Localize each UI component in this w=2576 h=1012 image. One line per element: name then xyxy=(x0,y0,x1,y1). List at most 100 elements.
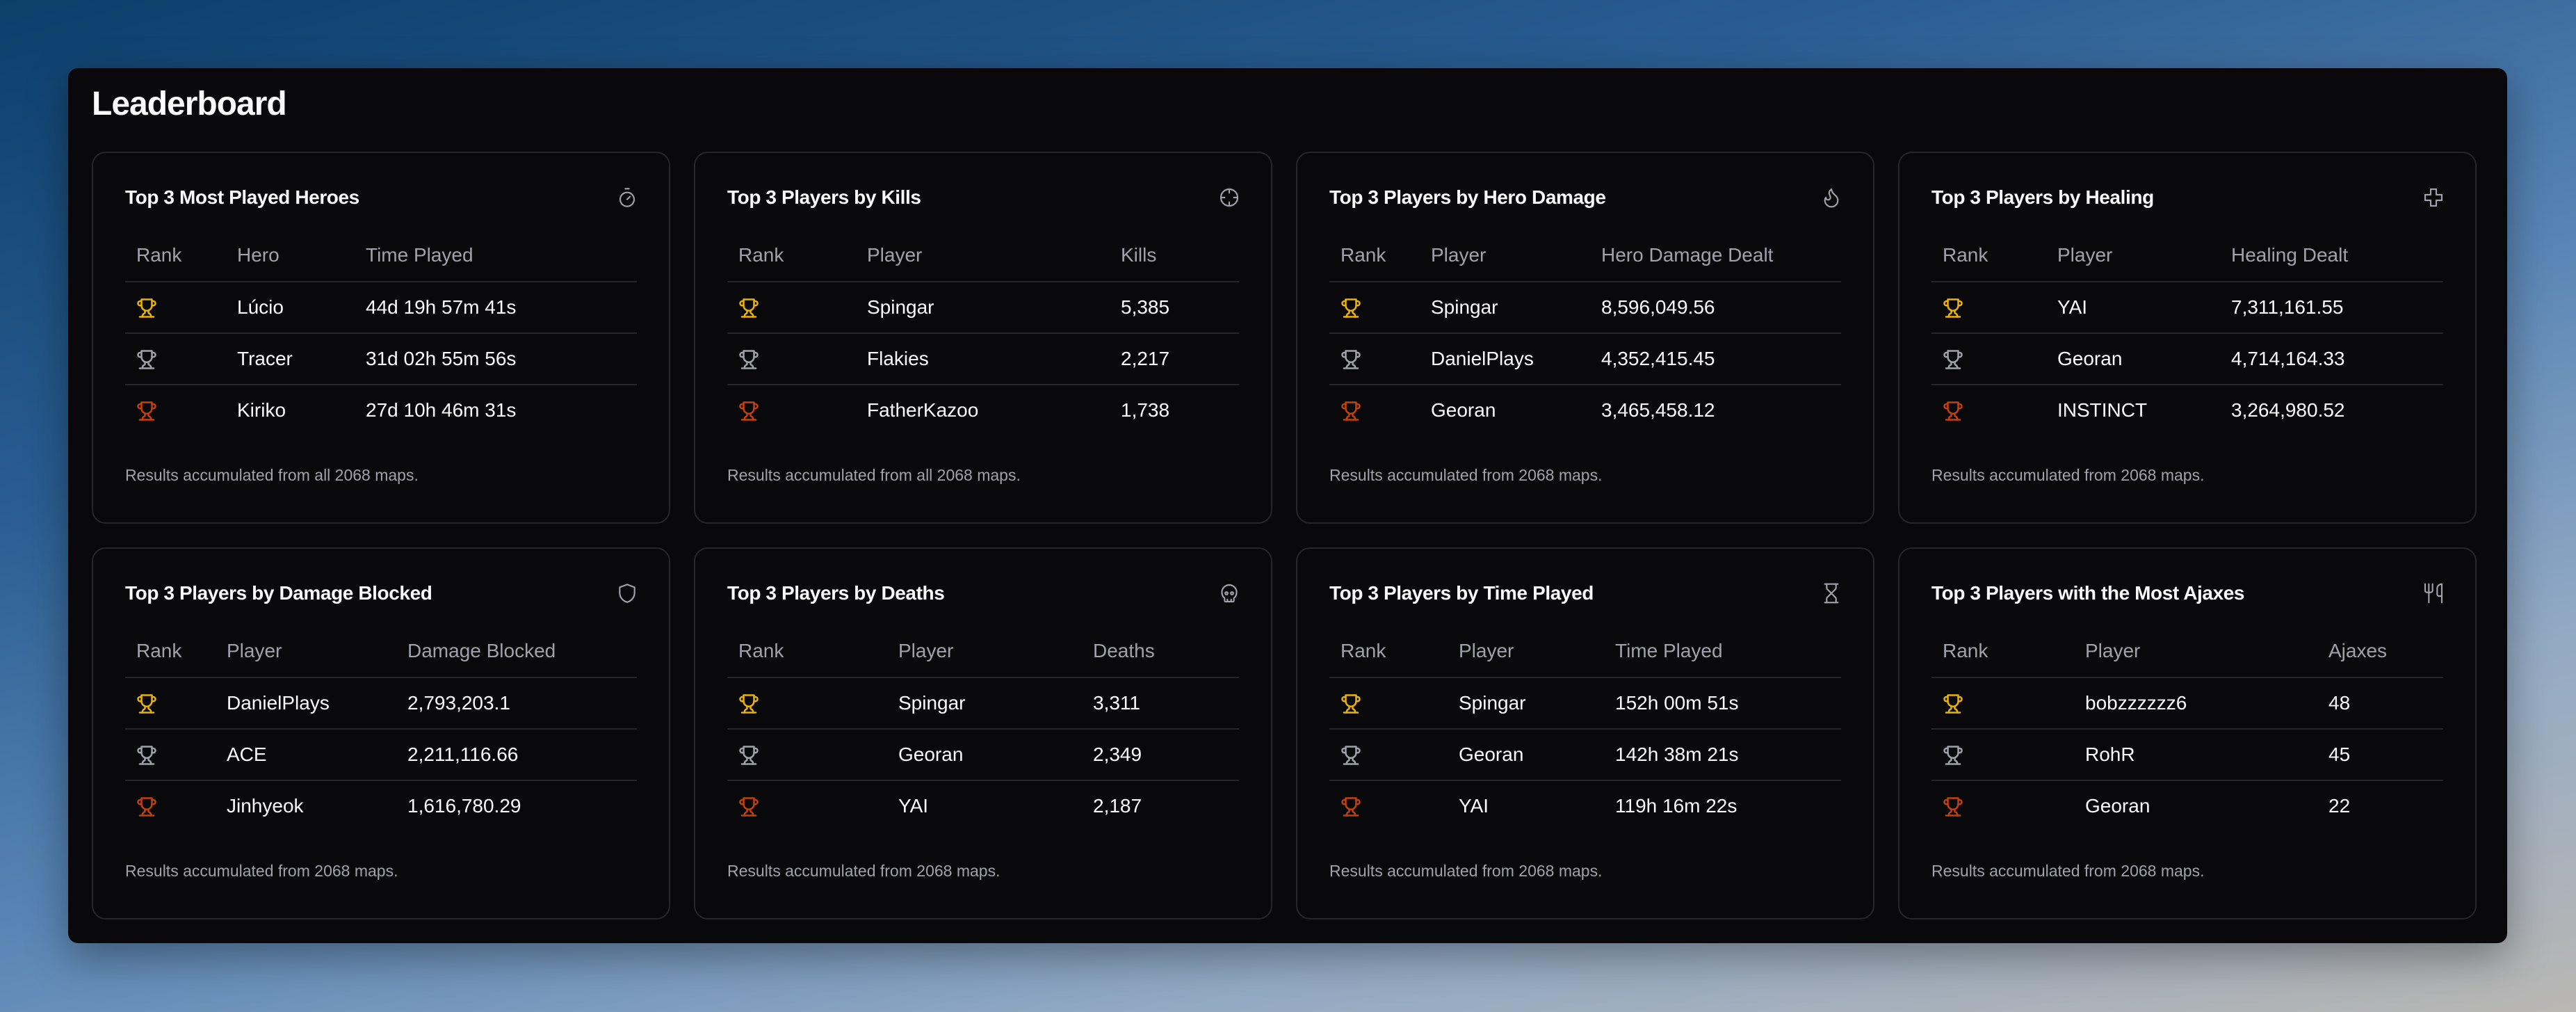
leaderboard-table: Rank Player Healing Dealt YAI 7,311,161.5… xyxy=(1931,230,2443,435)
rank-cell xyxy=(727,780,887,831)
table-row: Georan 22 xyxy=(1931,780,2443,831)
table-row: Spingar 5,385 xyxy=(727,282,1239,334)
stat-value: 142h 38m 21s xyxy=(1604,729,1841,781)
rank-cell xyxy=(1329,282,1420,334)
table-header-row: Rank Hero Time Played xyxy=(125,230,637,282)
rank-cell xyxy=(125,333,226,385)
player-name: Georan xyxy=(1431,399,1496,421)
player-name: YAI xyxy=(2046,282,2220,334)
table-header-row: Rank Player Deaths xyxy=(727,625,1239,678)
card-footer-note: Results accumulated from 2068 maps. xyxy=(1329,466,1603,484)
card-title: Top 3 Players by Healing xyxy=(1931,186,2154,208)
column-header-rank: Rank xyxy=(727,625,887,678)
stat-value: 2,217 xyxy=(1110,333,1239,385)
table-row: FatherKazoo 1,738 xyxy=(727,385,1239,435)
table-row: Spingar 152h 00m 51s xyxy=(1329,677,1841,730)
rank-cell xyxy=(727,385,856,435)
table-row: DanielPlays 2,793,203.1 xyxy=(125,677,637,730)
card-title: Top 3 Players by Damage Blocked xyxy=(125,582,432,604)
table-row: Georan 2,349 xyxy=(727,729,1239,781)
rank-cell xyxy=(125,282,226,334)
shield-icon xyxy=(616,582,638,604)
player-name: Spingar xyxy=(887,677,1082,730)
stat-value: 5,385 xyxy=(1110,282,1239,334)
column-header-rank: Rank xyxy=(727,230,856,282)
table-header-row: Rank Player Time Played xyxy=(1329,625,1841,678)
skull-icon xyxy=(1218,582,1240,604)
player-name: Spingar xyxy=(1420,282,1590,334)
stat-value: 45 xyxy=(2317,729,2443,781)
leaderboard-table: Rank Player Time Played Spingar 152h 00m … xyxy=(1329,625,1841,831)
leaderboard-card-6: Top 3 Players by Deaths Rank Player Deat… xyxy=(694,547,1272,919)
stat-value: 3,264,980.52 xyxy=(2231,399,2345,421)
trophy-bronze-icon xyxy=(1943,796,1963,817)
rank-cell xyxy=(727,729,887,781)
table-row: Spingar 8,596,049.56 xyxy=(1329,282,1841,334)
leaderboard-grid: Top 3 Most Played Heroes Rank Hero Time … xyxy=(92,152,2477,919)
player-name: Kiriko xyxy=(237,399,286,421)
rank-cell xyxy=(1931,677,2074,730)
trophy-silver-icon xyxy=(136,349,157,370)
leaderboard-table: Rank Player Deaths Spingar 3,311 Georan 2,3… xyxy=(727,625,1239,831)
rank-cell xyxy=(1931,729,2074,781)
card-title: Top 3 Most Played Heroes xyxy=(125,186,359,208)
plus-icon xyxy=(2422,186,2445,209)
column-header-player: Hero xyxy=(226,230,355,282)
stat-value: 44d 19h 57m 41s xyxy=(355,282,637,334)
stat-value: 152h 00m 51s xyxy=(1604,677,1841,730)
column-header-rank: Rank xyxy=(125,230,226,282)
rank-cell xyxy=(1329,729,1448,781)
trophy-gold-icon xyxy=(1943,693,1963,714)
rank-cell xyxy=(125,780,216,831)
card-footer-note: Results accumulated from 2068 maps. xyxy=(1931,466,2205,484)
trophy-silver-icon xyxy=(1340,745,1361,766)
trophy-gold-icon xyxy=(738,298,759,319)
rank-cell xyxy=(727,677,887,730)
column-header-value: Time Played xyxy=(355,230,637,282)
stat-value: 7,311,161.55 xyxy=(2220,282,2443,334)
player-name: Spingar xyxy=(856,282,1110,334)
table-row: YAI 119h 16m 22s xyxy=(1329,780,1841,831)
column-header-player: Player xyxy=(216,625,396,678)
leaderboard-table: Rank Player Kills Spingar 5,385 Flakies 2,2… xyxy=(727,230,1239,435)
trophy-bronze-icon xyxy=(136,401,157,421)
column-header-value: Hero Damage Dealt xyxy=(1590,230,1841,282)
table-header-row: Rank Player Healing Dealt xyxy=(1931,230,2443,282)
card-footer-note: Results accumulated from all 2068 maps. xyxy=(727,466,1021,484)
player-name: RohR xyxy=(2074,729,2317,781)
trophy-bronze-icon xyxy=(1943,401,1963,421)
column-header-rank: Rank xyxy=(1931,625,2074,678)
player-name: Tracer xyxy=(226,333,355,385)
table-row: Tracer 31d 02h 55m 56s xyxy=(125,333,637,385)
column-header-player: Player xyxy=(2046,230,2220,282)
leaderboard-card-8: Top 3 Players with the Most Ajaxes Rank … xyxy=(1898,547,2477,919)
player-name: FatherKazoo xyxy=(867,399,979,421)
card-footer-note: Results accumulated from all 2068 maps. xyxy=(125,466,419,484)
rank-cell xyxy=(727,333,856,385)
rank-cell xyxy=(1329,385,1420,435)
trophy-gold-icon xyxy=(1943,298,1963,319)
stat-value: 3,311 xyxy=(1082,677,1239,730)
player-name: Spingar xyxy=(1448,677,1604,730)
rank-cell xyxy=(1931,333,2046,385)
trophy-bronze-icon xyxy=(136,796,157,817)
player-name: DanielPlays xyxy=(216,677,396,730)
stat-value: 22 xyxy=(2328,795,2351,817)
table-header-row: Rank Player Ajaxes xyxy=(1931,625,2443,678)
rank-cell xyxy=(1329,333,1420,385)
rank-cell xyxy=(1329,780,1448,831)
leaderboard-card-5: Top 3 Players by Damage Blocked Rank Pla… xyxy=(92,547,670,919)
table-row: Flakies 2,217 xyxy=(727,333,1239,385)
leaderboard-card-3: Top 3 Players by Hero Damage Rank Player… xyxy=(1296,152,1874,524)
table-row: YAI 7,311,161.55 xyxy=(1931,282,2443,334)
trophy-bronze-icon xyxy=(1340,796,1361,817)
card-footer-note: Results accumulated from 2068 maps. xyxy=(1931,862,2205,880)
stat-value: 4,352,415.45 xyxy=(1590,333,1841,385)
table-row: Georan 3,465,458.12 xyxy=(1329,385,1841,435)
stat-value: 1,616,780.29 xyxy=(407,795,521,817)
page-title: Leaderboard xyxy=(92,86,287,122)
trophy-silver-icon xyxy=(738,349,759,370)
leaderboard-table: Rank Hero Time Played Lúcio 44d 19h 57m 4… xyxy=(125,230,637,435)
card-title: Top 3 Players with the Most Ajaxes xyxy=(1931,582,2245,604)
table-row: INSTINCT 3,264,980.52 xyxy=(1931,385,2443,435)
